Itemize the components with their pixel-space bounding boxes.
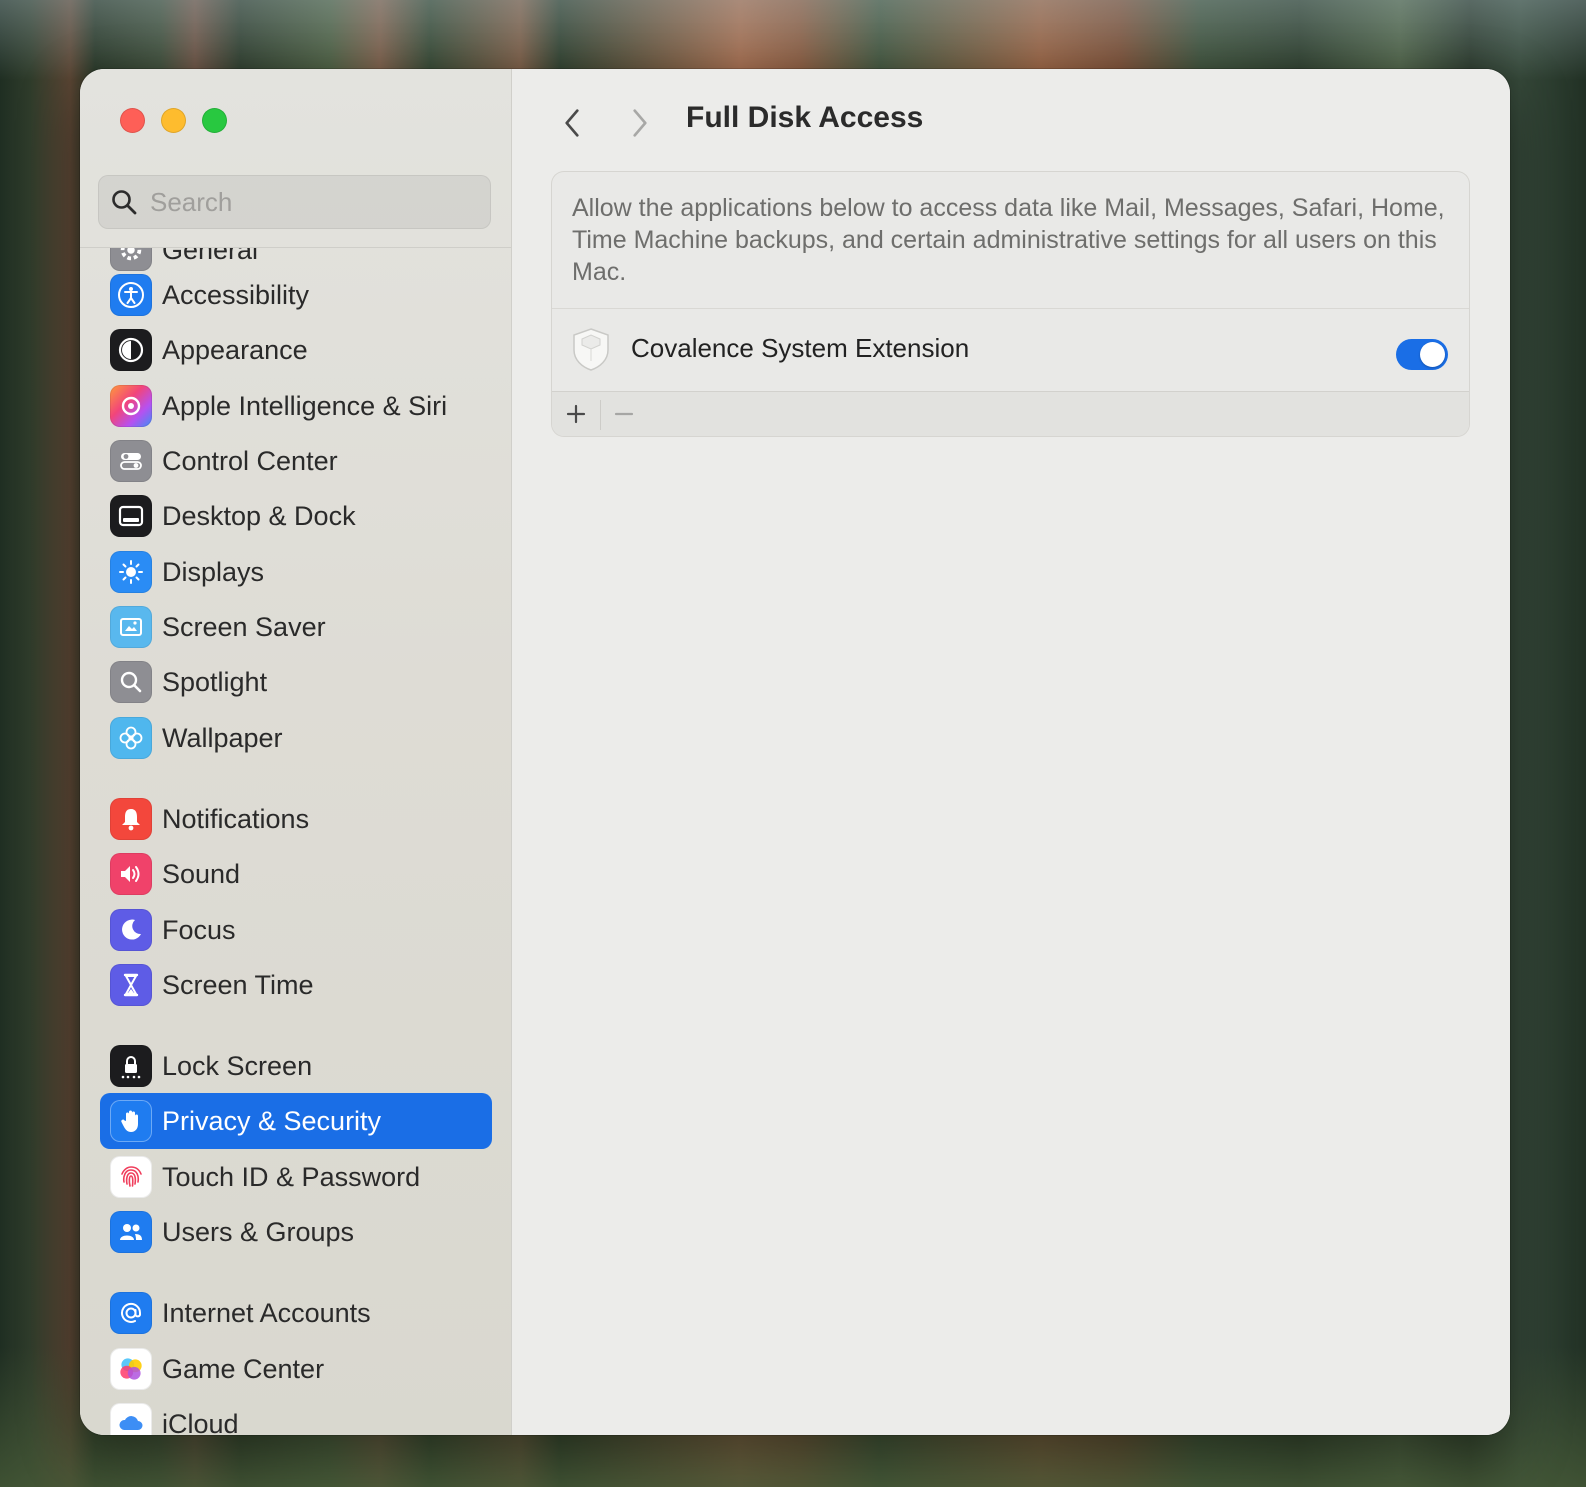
sidebar-item-label: Notifications — [162, 803, 310, 834]
sidebar-item-label: Screen Saver — [162, 611, 326, 642]
sidebar-item-screen-saver[interactable]: Screen Saver — [100, 599, 492, 655]
sidebar-item-sound[interactable]: Sound — [100, 846, 492, 902]
sidebar-item-label: Internet Accounts — [162, 1297, 371, 1328]
add-app-button[interactable] — [554, 394, 598, 434]
magnifier-icon — [110, 661, 152, 703]
panel-footer — [552, 392, 1469, 436]
full-disk-access-panel: Allow the applications below to access d… — [552, 172, 1469, 436]
sidebar-item-control-center[interactable]: Control Center — [100, 433, 492, 489]
sidebar-item-wallpaper[interactable]: Wallpaper — [100, 710, 492, 766]
close-button[interactable] — [120, 108, 145, 133]
settings-window: General Accessibility Appearance Apple I… — [80, 69, 1510, 1435]
desktop-wallpaper-sky — [0, 0, 1586, 80]
hand-icon — [110, 1100, 152, 1142]
main-content: Full Disk Access Allow the applications … — [512, 69, 1510, 1435]
sidebar-item-privacy-security[interactable]: Privacy & Security — [100, 1093, 492, 1149]
screen-saver-icon — [110, 606, 152, 648]
sidebar-item-label: Focus — [162, 914, 236, 945]
traffic-lights — [120, 108, 227, 133]
sidebar-item-label: Game Center — [162, 1353, 325, 1384]
sidebar-item-label: Control Center — [162, 445, 338, 476]
sidebar-item-internet-accounts[interactable]: Internet Accounts — [100, 1285, 492, 1341]
back-button[interactable] — [552, 101, 592, 145]
sidebar-item-label: Wallpaper — [162, 722, 283, 753]
footer-button-divider — [600, 400, 601, 430]
sidebar-item-label: Desktop & Dock — [162, 500, 356, 531]
fingerprint-icon — [110, 1156, 152, 1198]
extension-shield-icon — [573, 328, 609, 371]
lock-icon — [110, 1045, 152, 1087]
accessibility-icon — [110, 274, 152, 316]
search-field[interactable] — [98, 175, 491, 229]
sidebar-list[interactable]: General Accessibility Appearance Apple I… — [80, 248, 511, 1435]
sidebar-item-label: Spotlight — [162, 666, 268, 697]
moon-icon — [110, 909, 152, 951]
sidebar-item-label: Apple Intelligence & Siri — [162, 390, 448, 421]
siri-icon — [110, 385, 152, 427]
at-icon — [110, 1292, 152, 1334]
users-icon — [110, 1211, 152, 1253]
minimize-button[interactable] — [161, 108, 186, 133]
hourglass-icon — [110, 964, 152, 1006]
dock-icon — [110, 495, 152, 537]
sidebar-item-label: Displays — [162, 556, 265, 587]
sidebar-item-label: Appearance — [162, 334, 308, 365]
sidebar-item-label: Privacy & Security — [162, 1105, 382, 1136]
search-input[interactable] — [148, 185, 472, 219]
sidebar-item-notifications[interactable]: Notifications — [100, 791, 492, 847]
zoom-button[interactable] — [202, 108, 227, 133]
chevron-left-icon — [565, 109, 579, 137]
chevron-right-icon — [633, 109, 647, 137]
bell-icon — [110, 798, 152, 840]
sidebar-item-displays[interactable]: Displays — [100, 544, 492, 600]
sidebar-item-label: iCloud — [162, 1408, 239, 1436]
plus-icon — [566, 404, 586, 424]
sidebar-item-label: Users & Groups — [162, 1216, 355, 1247]
icloud-icon — [110, 1403, 152, 1435]
sun-icon — [110, 551, 152, 593]
sidebar: General Accessibility Appearance Apple I… — [80, 69, 512, 1435]
flower-icon — [110, 717, 152, 759]
sidebar-item-desktop-dock[interactable]: Desktop & Dock — [100, 488, 492, 544]
sidebar-item-label: Sound — [162, 858, 241, 889]
sidebar-item-screen-time[interactable]: Screen Time — [100, 957, 492, 1013]
sidebar-item-icloud[interactable]: iCloud — [100, 1396, 492, 1435]
app-access-toggle[interactable] — [1396, 339, 1448, 370]
page-title: Full Disk Access — [686, 101, 924, 134]
sidebar-item-appearance[interactable]: Appearance — [100, 322, 492, 378]
toggle-knob — [1420, 342, 1445, 367]
app-row[interactable]: Covalence System Extension — [552, 309, 1469, 391]
sidebar-item-apple-intelligence-siri[interactable]: Apple Intelligence & Siri — [100, 378, 492, 434]
search-icon — [112, 190, 137, 215]
game-center-icon — [110, 1348, 152, 1390]
sidebar-item-label: Accessibility — [162, 279, 310, 310]
sidebar-item-label: Screen Time — [162, 969, 314, 1000]
sidebar-item-spotlight[interactable]: Spotlight — [100, 654, 492, 710]
speaker-icon — [110, 853, 152, 895]
remove-app-button[interactable] — [602, 394, 646, 434]
sidebar-item-focus[interactable]: Focus — [100, 902, 492, 958]
control-center-icon — [110, 440, 152, 482]
appearance-icon — [110, 329, 152, 371]
sidebar-item-users-groups[interactable]: Users & Groups — [100, 1204, 492, 1260]
panel-description: Allow the applications below to access d… — [572, 194, 1445, 286]
sidebar-item-label: Lock Screen — [162, 1050, 313, 1081]
minus-icon — [614, 412, 634, 416]
sidebar-item-label: Touch ID & Password — [162, 1161, 421, 1192]
forward-button[interactable] — [620, 101, 660, 145]
sidebar-item-lock-screen[interactable]: Lock Screen — [100, 1038, 492, 1094]
sidebar-item-game-center[interactable]: Game Center — [100, 1341, 492, 1397]
sidebar-item-label: General — [162, 248, 259, 265]
app-name: Covalence System Extension — [631, 333, 970, 363]
sidebar-item-touch-id-password[interactable]: Touch ID & Password — [100, 1149, 492, 1205]
sidebar-item-accessibility[interactable]: Accessibility — [100, 267, 492, 323]
